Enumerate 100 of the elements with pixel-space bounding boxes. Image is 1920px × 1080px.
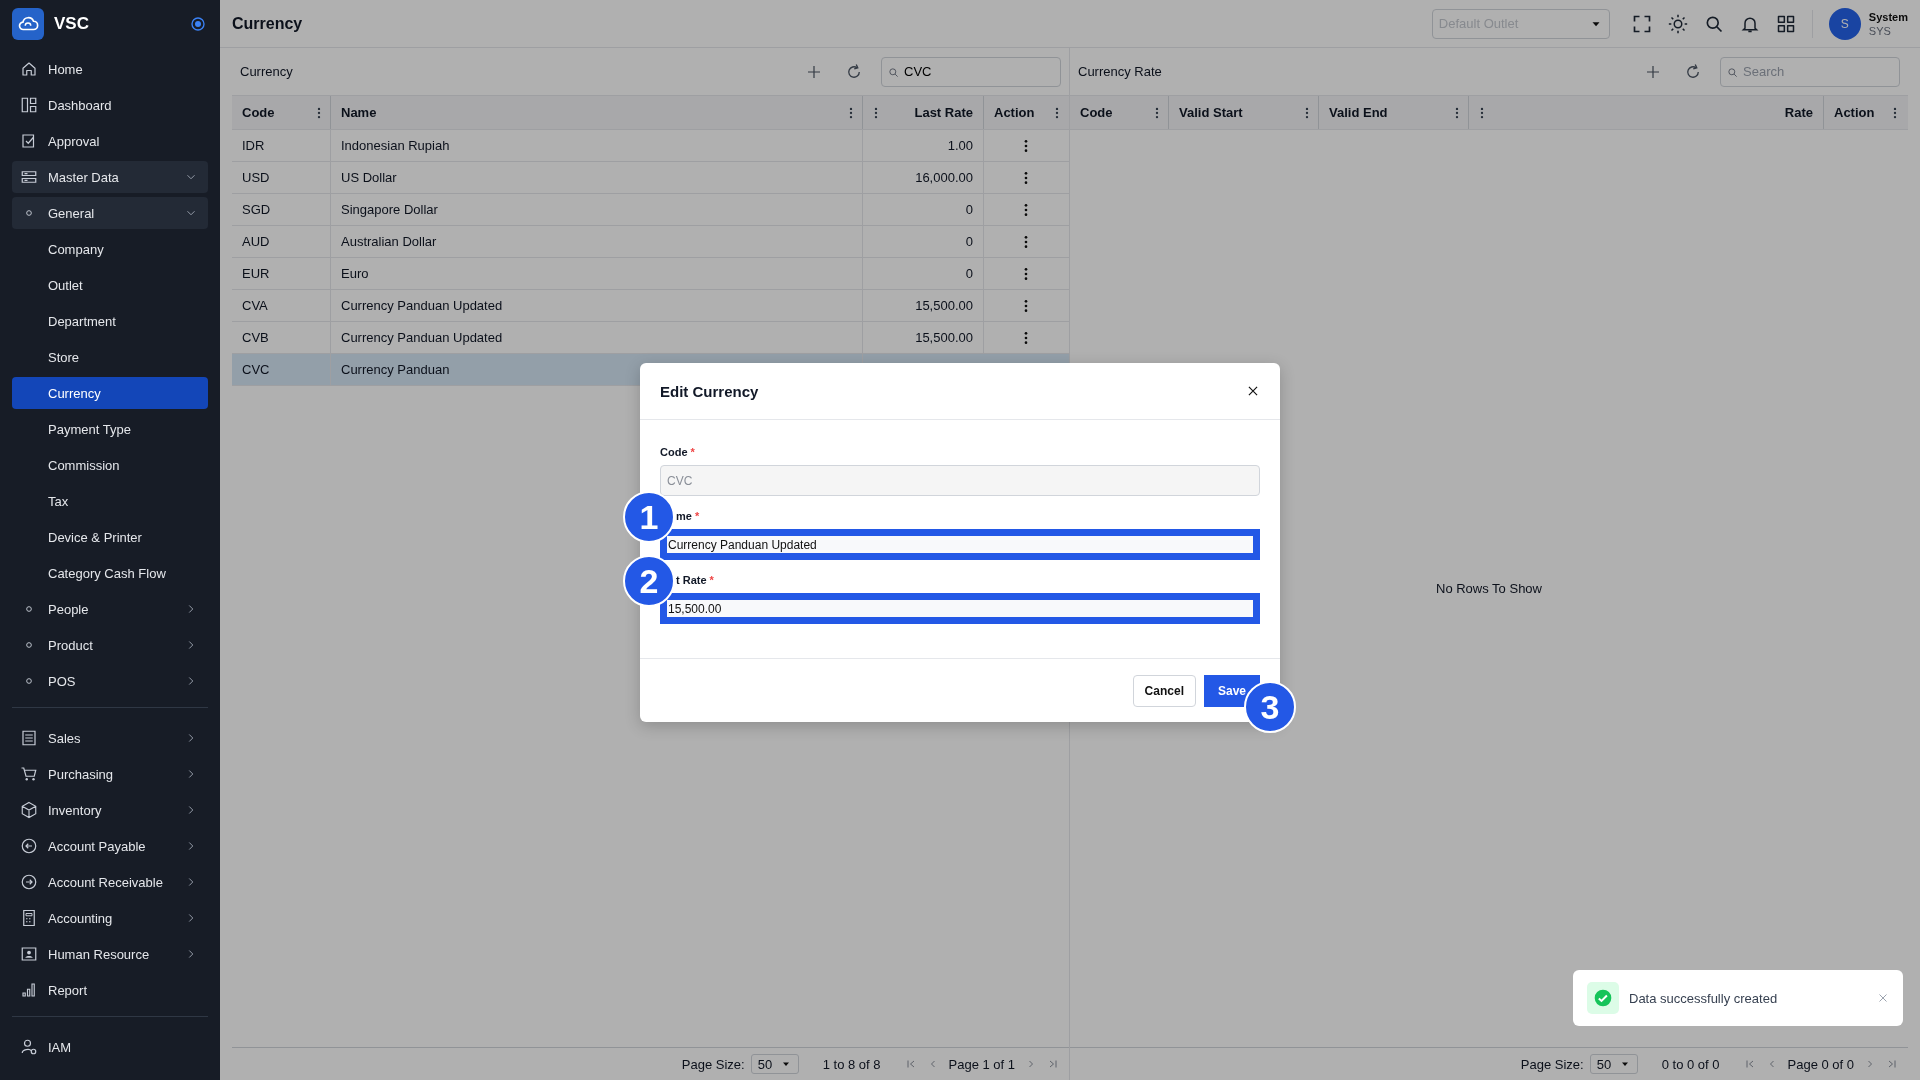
row-range: 1 to 8 of 8 (822, 1056, 881, 1072)
table-cell: Singapore Dollar (341, 202, 438, 217)
document-icon (20, 729, 38, 747)
table-row[interactable]: EUR Euro 0 (232, 258, 1069, 290)
sidebar-item[interactable]: Sales (12, 722, 208, 754)
table-cell: Currency Panduan Updated (341, 298, 503, 313)
column-header[interactable]: Code (242, 105, 306, 120)
table-row[interactable]: SGD Singapore Dollar 0 (232, 194, 1069, 226)
panel-title: Currency (240, 64, 294, 79)
column-header[interactable]: Action (994, 105, 1044, 120)
brand-name: VSC (54, 14, 90, 34)
sidebar-item[interactable]: Product (12, 629, 208, 661)
required-mark: * (709, 574, 714, 588)
sidebar-item[interactable]: Department (12, 305, 208, 337)
dashboard-icon (20, 96, 38, 114)
table-cell: EUR (242, 266, 270, 281)
table-row[interactable]: IDR Indonesian Rupiah 1.00 (232, 130, 1069, 162)
sidebar-item[interactable]: Account Payable (12, 830, 208, 862)
grid-icon[interactable] (1775, 13, 1796, 34)
field-label: Code (660, 446, 688, 460)
table-row[interactable]: CVA Currency Panduan Updated 15,500.00 (232, 290, 1069, 322)
sidebar-item[interactable]: Dashboard (12, 89, 208, 121)
table-cell: 15,500.00 (915, 330, 973, 345)
column-header[interactable]: Valid End (1329, 105, 1444, 120)
table-cell: 15,500.00 (915, 298, 973, 313)
sidebar-item[interactable]: Report (12, 974, 208, 1006)
search-field[interactable]: CVC (881, 56, 1061, 87)
sidebar-item[interactable]: Tax (12, 485, 208, 517)
table-cell: Currency Panduan Updated (341, 330, 503, 345)
page-size-select[interactable]: 50 (1589, 1054, 1638, 1074)
table-cell: Australian Dollar (341, 234, 437, 249)
table-cell: CVA (242, 298, 268, 313)
page-size-select[interactable]: 50 (750, 1054, 799, 1074)
column-header[interactable]: Last Rate (914, 105, 973, 120)
column-header[interactable]: Code (1080, 105, 1144, 120)
avatar[interactable]: S (1828, 7, 1861, 40)
calculator-icon (20, 909, 38, 927)
page-title: Currency (232, 14, 303, 33)
sidebar-item[interactable]: Accounting (12, 902, 208, 934)
table-cell: 1.00 (947, 138, 973, 153)
required-mark: * (690, 446, 695, 460)
refresh-icon[interactable] (845, 62, 863, 81)
page-size-label: Page Size: (1520, 1056, 1584, 1072)
table-cell: 0 (965, 234, 973, 249)
sidebar-item[interactable]: Payment Type (12, 413, 208, 445)
sidebar-item[interactable]: Approval (12, 125, 208, 157)
column-header[interactable]: Name (341, 105, 838, 120)
sidebar-item[interactable]: Inventory (12, 794, 208, 826)
logo-icon (12, 8, 44, 40)
radio-icon[interactable] (190, 16, 206, 32)
sidebar-item[interactable]: Category Cash Flow (12, 557, 208, 589)
user-name: System (1868, 9, 1908, 24)
page-size-label: Page Size: (681, 1056, 745, 1072)
column-header[interactable]: Rate (1784, 105, 1813, 120)
table-cell: Currency Panduan (341, 362, 450, 377)
row-range: 0 to 0 of 0 (1661, 1056, 1720, 1072)
fullscreen-icon[interactable] (1631, 13, 1652, 34)
sun-icon[interactable] (1667, 13, 1688, 34)
server-icon (20, 168, 38, 186)
table-cell: USD (242, 170, 270, 185)
success-icon (1593, 988, 1613, 1008)
home-icon (20, 60, 38, 78)
sidebar-item[interactable]: Outlet (12, 269, 208, 301)
search-field[interactable]: Search (1720, 56, 1900, 87)
sidebar-item[interactable]: Purchasing (12, 758, 208, 790)
sidebar-item[interactable]: General (12, 197, 208, 229)
id-card-icon (20, 945, 38, 963)
table-cell: US Dollar (341, 170, 397, 185)
user-code: SYS (1868, 23, 1892, 38)
sidebar-item[interactable]: Master Data (12, 161, 208, 193)
table-cell: Indonesian Rupiah (341, 138, 450, 153)
cancel-button[interactable]: Cancel (1132, 674, 1196, 707)
column-header[interactable]: Action (1834, 105, 1882, 120)
refresh-icon[interactable] (1684, 62, 1702, 81)
bar-chart-icon (20, 981, 38, 999)
table-cell: 0 (965, 266, 973, 281)
table-row[interactable]: USD US Dollar 16,000.00 (232, 162, 1069, 194)
sidebar-item[interactable]: Home (12, 53, 208, 85)
arrow-right-circle-icon (20, 873, 38, 891)
column-header[interactable]: Valid Start (1179, 105, 1294, 120)
sidebar-item[interactable]: IAM (12, 1031, 208, 1063)
table-row[interactable]: AUD Australian Dollar 0 (232, 226, 1069, 258)
close-icon[interactable] (1246, 384, 1260, 398)
sidebar-item[interactable]: Company (12, 233, 208, 265)
sidebar-item[interactable]: People (12, 593, 208, 625)
sidebar-item[interactable]: POS (12, 665, 208, 697)
sidebar-item[interactable]: Human Resource (12, 938, 208, 970)
panel-title: Currency Rate (1078, 64, 1163, 79)
sidebar-item[interactable]: Commission (12, 449, 208, 481)
sidebar-item[interactable]: Account Receivable (12, 866, 208, 898)
box-icon (20, 801, 38, 819)
table-cell: CVC (242, 362, 270, 377)
field-label: t Rate (676, 574, 707, 588)
sidebar-item[interactable]: Store (12, 341, 208, 373)
table-cell: 16,000.00 (915, 170, 973, 185)
page-indicator: Page 0 of 0 (1787, 1056, 1854, 1072)
arrow-left-circle-icon (20, 837, 38, 855)
table-cell: 0 (965, 202, 973, 217)
sidebar-item[interactable]: Currency (12, 377, 208, 409)
sidebar-item[interactable]: Device & Printer (12, 521, 208, 553)
